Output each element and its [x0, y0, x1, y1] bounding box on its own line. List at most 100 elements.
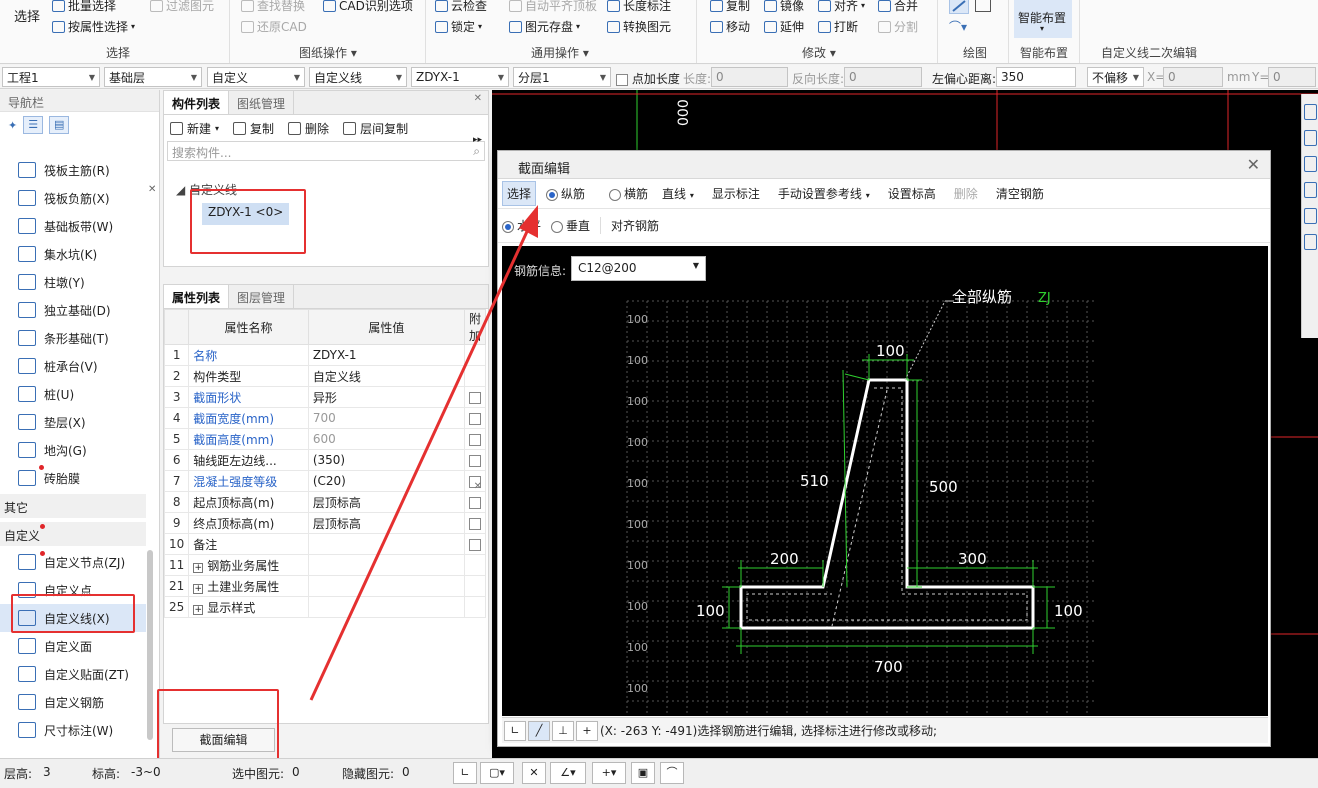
- left-offset-input[interactable]: 350: [996, 67, 1076, 87]
- clear-rebar-button[interactable]: 清空钢筋: [992, 182, 1048, 205]
- slope-line-icon[interactable]: ╱: [528, 720, 550, 741]
- radio-longitudinal[interactable]: 纵筋: [546, 185, 585, 202]
- copy-component-button[interactable]: 复制: [233, 120, 274, 137]
- view-select-icon[interactable]: [1304, 208, 1317, 224]
- nav-item[interactable]: 柱墩(Y): [0, 268, 146, 296]
- section-canvas[interactable]: 100 100 100 100 100 100 100 100 100 100 100 510 500 2…: [502, 246, 1268, 716]
- copy-button[interactable]: 复制: [710, 0, 750, 14]
- auto-flat-slab-button[interactable]: 自动平齐顶板: [509, 0, 597, 14]
- expand-icon[interactable]: +: [193, 583, 204, 594]
- ortho-icon[interactable]: ∟: [504, 720, 526, 741]
- dim-top-label[interactable]: 100: [876, 342, 905, 360]
- nav-item[interactable]: 基础板带(W): [0, 212, 146, 240]
- nav-scrollbar[interactable]: [147, 550, 153, 740]
- by-property-select-button[interactable]: 按属性选择 ▾: [52, 18, 135, 35]
- reverse-length-input[interactable]: 0: [844, 67, 922, 87]
- new-button[interactable]: 新建 ▾: [170, 120, 219, 137]
- dialog-select-button[interactable]: 选择: [502, 181, 537, 206]
- cad-options-button[interactable]: CAD识别选项: [323, 0, 413, 14]
- dim-right-step-label[interactable]: 300: [958, 550, 987, 568]
- angle-snap-icon[interactable]: ∠▾: [550, 762, 586, 784]
- point-length-checkbox[interactable]: 点加长度: [616, 70, 680, 87]
- nav-item[interactable]: 桩(U): [0, 380, 146, 408]
- dim-snap-icon[interactable]: +▾: [592, 762, 626, 784]
- cross-snap-icon[interactable]: ✕: [522, 762, 546, 784]
- nav-item[interactable]: 桩承台(V): [0, 352, 146, 380]
- expand-icon[interactable]: +: [193, 562, 204, 573]
- expand-icon[interactable]: +: [193, 604, 204, 615]
- length-annotation-button[interactable]: 长度标注: [607, 0, 671, 14]
- extra-checkbox[interactable]: [469, 454, 481, 467]
- view-layer-icon[interactable]: [1304, 182, 1317, 198]
- delete-component-button[interactable]: 删除: [288, 120, 329, 137]
- select-button[interactable]: 选择: [14, 6, 40, 25]
- component-select[interactable]: ZDYX-1 ▼: [411, 67, 509, 87]
- offset-mode-select[interactable]: 不偏移 ▼: [1087, 67, 1144, 87]
- nav-custom-item[interactable]: 自定义节点(ZJ): [0, 548, 146, 576]
- element-save-button[interactable]: 图元存盘 ▾: [509, 18, 580, 35]
- merge-button[interactable]: 合并: [878, 0, 918, 14]
- zj-tag-label[interactable]: ZJ: [1038, 291, 1051, 306]
- break-button[interactable]: 打断: [818, 18, 858, 35]
- close-icon[interactable]: ✕: [474, 481, 482, 492]
- dim-total-width-label[interactable]: 700: [874, 658, 903, 676]
- view-cube-icon[interactable]: [1304, 130, 1317, 146]
- nav-item[interactable]: 筏板负筋(X): [0, 184, 146, 212]
- close-icon[interactable]: ✕: [148, 184, 156, 195]
- move-button[interactable]: 移动: [710, 18, 750, 35]
- lock-button[interactable]: 锁定 ▾: [435, 18, 482, 35]
- x-input[interactable]: 0: [1163, 67, 1223, 87]
- perpendicular-icon[interactable]: ⊥: [552, 720, 574, 741]
- display-icon[interactable]: ▣: [631, 762, 655, 784]
- nav-item[interactable]: 地沟(G): [0, 436, 146, 464]
- tab-drawing-management[interactable]: 图纸管理: [229, 91, 295, 114]
- sublayer-select[interactable]: 分层1 ▼: [513, 67, 611, 87]
- close-icon[interactable]: ✕: [474, 93, 482, 104]
- restore-cad-button[interactable]: 还原CAD: [241, 18, 307, 35]
- find-replace-button[interactable]: 查找替换: [241, 0, 305, 14]
- nav-section-custom[interactable]: 自定义: [0, 522, 146, 546]
- floor-copy-button[interactable]: 层间复制: [343, 120, 408, 137]
- nav-custom-item[interactable]: 自定义钢筋: [0, 688, 146, 716]
- all-longitudinal-label[interactable]: 全部纵筋: [952, 288, 1012, 306]
- tab-component-list[interactable]: 构件列表: [164, 91, 230, 114]
- cloud-check-button[interactable]: 云检查: [435, 0, 487, 14]
- nav-custom-item[interactable]: 自定义贴面(ZT): [0, 660, 146, 688]
- layer-select[interactable]: 基础层 ▼: [104, 67, 202, 87]
- extra-checkbox[interactable]: [469, 433, 481, 446]
- convert-element-button[interactable]: 转换图元: [607, 18, 671, 35]
- radio-vertical[interactable]: 垂直: [551, 217, 590, 234]
- extra-checkbox[interactable]: [469, 517, 481, 530]
- delete-rebar-button[interactable]: 删除: [950, 182, 982, 205]
- batch-select-button[interactable]: 批量选择: [52, 0, 116, 14]
- draw-rect-button[interactable]: [975, 0, 991, 12]
- dim-right-vertical-label[interactable]: 500: [929, 478, 958, 496]
- tab-layer-management[interactable]: 图层管理: [229, 285, 295, 308]
- nav-custom-item[interactable]: 尺寸标注(W): [0, 716, 146, 744]
- extra-checkbox[interactable]: [469, 496, 481, 509]
- list-view-icon[interactable]: ☰: [23, 116, 44, 134]
- split-button[interactable]: 分割: [878, 18, 918, 35]
- radio-horizontal[interactable]: 水平: [502, 217, 541, 234]
- extend-button[interactable]: 延伸: [764, 18, 804, 35]
- ortho-mode-icon[interactable]: ∟: [453, 762, 477, 784]
- more-icon[interactable]: ▸▸: [473, 135, 482, 145]
- expand-icon[interactable]: ✦: [8, 119, 17, 132]
- align-rebar-button[interactable]: 对齐钢筋: [600, 217, 659, 234]
- category-select[interactable]: 自定义 ▼: [207, 67, 305, 87]
- align-button[interactable]: 对齐 ▾: [818, 0, 865, 14]
- nav-custom-item[interactable]: 自定义面: [0, 632, 146, 660]
- snap-rect-icon[interactable]: ▢▾: [480, 762, 514, 784]
- type-select[interactable]: 自定义线 ▼: [309, 67, 407, 87]
- nav-item[interactable]: 筏板主筋(R): [0, 156, 146, 184]
- nav-item[interactable]: 砖胎膜: [0, 464, 146, 492]
- nav-section-other[interactable]: 其它: [0, 494, 146, 518]
- dim-left-height-label[interactable]: 100: [696, 602, 725, 620]
- draw-arc-button[interactable]: ⌒▾: [949, 18, 973, 34]
- manual-ref-line-button[interactable]: 手动设置参考线 ▾: [774, 182, 874, 205]
- set-elevation-button[interactable]: 设置标高: [884, 182, 940, 205]
- extra-checkbox[interactable]: [469, 538, 481, 551]
- extra-checkbox[interactable]: [469, 391, 481, 404]
- view-3d-icon[interactable]: [1304, 104, 1317, 120]
- mirror-button[interactable]: 镜像: [764, 0, 804, 14]
